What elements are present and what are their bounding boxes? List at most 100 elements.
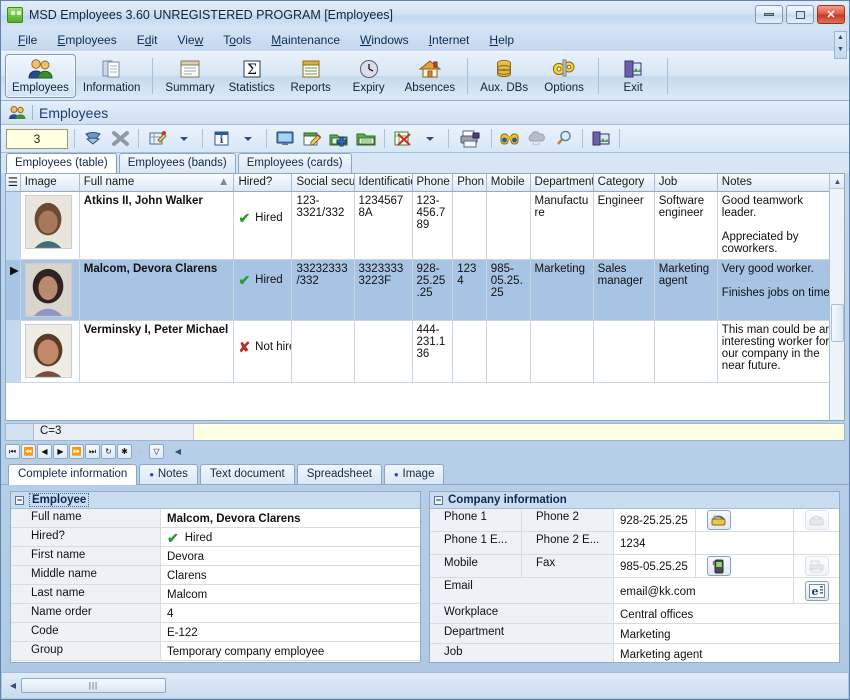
tab-spreadsheet[interactable]: Spreadsheet xyxy=(296,464,382,484)
toolbar-button-summary[interactable]: Summary xyxy=(158,54,221,98)
tab-employees-table[interactable]: Employees (table) xyxy=(6,153,117,174)
tab-employees-bands[interactable]: Employees (bands) xyxy=(118,153,236,173)
menu-item-tools[interactable]: Tools xyxy=(214,31,260,49)
scrollbar-thumb[interactable]: ||| xyxy=(21,678,166,693)
menu-item-file[interactable]: File xyxy=(9,31,46,49)
door-image-icon[interactable] xyxy=(589,128,613,150)
tab-text-document[interactable]: Text document xyxy=(199,464,295,484)
toolbar-button-options[interactable]: Options xyxy=(535,54,593,98)
edit-note-icon[interactable] xyxy=(300,128,324,150)
column-department[interactable]: Department xyxy=(530,174,594,192)
next-record-button[interactable]: ▶ xyxy=(53,444,68,459)
next-page-button[interactable]: ⏩ xyxy=(69,444,84,459)
field-row[interactable]: Hired? ✔ Hired xyxy=(11,528,420,547)
row-indicator[interactable]: ▶ xyxy=(6,259,21,321)
print-icon[interactable] xyxy=(455,128,485,150)
screen-icon[interactable] xyxy=(273,128,297,150)
refresh-button[interactable]: ↻ xyxy=(101,444,116,459)
toolbar-button-expiry[interactable]: Expiry xyxy=(340,54,398,98)
field-row[interactable]: Mobile Fax 985-05.25.25 xyxy=(430,555,839,578)
prior-record-button[interactable]: ◀ xyxy=(37,444,52,459)
column-mobile[interactable]: Mobile xyxy=(486,174,531,192)
toolbar-button-information[interactable]: Information xyxy=(76,54,148,98)
collapse-icon[interactable]: − xyxy=(434,495,443,505)
maximize-button[interactable] xyxy=(786,5,814,24)
column-image[interactable]: Image xyxy=(20,174,80,192)
delete-record-icon[interactable] xyxy=(391,128,415,150)
scroll-up-arrow[interactable]: ▲ xyxy=(830,174,844,189)
field-row[interactable]: Department Marketing xyxy=(430,624,839,644)
table-row[interactable]: Atkins II, John Walker ✔ Hired 123-3321/3… xyxy=(6,191,839,260)
menu-item-windows[interactable]: Windows xyxy=(351,31,418,49)
scrollbar-thumb[interactable] xyxy=(831,304,844,342)
navigator-scroll-left[interactable]: ◀ xyxy=(172,447,184,456)
menu-item-edit[interactable]: Edit xyxy=(128,31,167,49)
window-side-scrollbar[interactable]: ▲ ▼ xyxy=(834,31,847,59)
add-record-icon[interactable] xyxy=(327,128,351,150)
post-icon[interactable] xyxy=(81,128,105,150)
field-row[interactable]: Group Temporary company employee xyxy=(11,642,420,661)
menu-item-view[interactable]: View xyxy=(168,31,212,49)
horizontal-scrollbar[interactable]: ◀ ||| xyxy=(7,678,177,693)
field-row[interactable]: Job Marketing agent xyxy=(430,644,839,662)
dial-phone-icon[interactable] xyxy=(706,510,731,530)
open-folder-icon[interactable] xyxy=(354,128,378,150)
field-row[interactable]: Name order 4 xyxy=(11,604,420,623)
toolbar-button-statistics[interactable]: Σ Statistics xyxy=(222,54,282,98)
field-row[interactable]: Phone 1 Phone 2 928-25.25.25 xyxy=(430,509,839,532)
dropdown-arrow[interactable] xyxy=(418,128,442,150)
grid-menu-icon[interactable]: ☰ xyxy=(6,174,21,192)
column-category[interactable]: Category xyxy=(593,174,655,192)
asterisk-button[interactable]: ✱ xyxy=(117,444,132,459)
cancel-delete-icon[interactable] xyxy=(108,128,132,150)
scroll-left-arrow[interactable]: ◀ xyxy=(7,681,19,690)
info-icon[interactable]: i xyxy=(209,128,233,150)
toolbar-button-absences[interactable]: Absences xyxy=(398,54,463,98)
phone1-action[interactable] xyxy=(695,509,741,531)
mobile-action[interactable] xyxy=(695,555,741,577)
filter-expression-field[interactable] xyxy=(194,424,844,440)
toolbar-button-aux-dbs[interactable]: Aux. DBs xyxy=(473,54,535,98)
field-row[interactable]: Workplace Central offices xyxy=(430,604,839,624)
column-social-security[interactable]: Social secu xyxy=(291,174,355,192)
first-record-button[interactable]: ⏮ xyxy=(5,444,20,459)
cloud-icon[interactable] xyxy=(525,128,549,150)
tab-image[interactable]: • Image xyxy=(383,464,445,484)
field-row[interactable]: Phone 1 E... Phone 2 E... 1234 xyxy=(430,532,839,555)
column-identification[interactable]: Identificatio xyxy=(354,174,413,192)
minimize-button[interactable] xyxy=(755,5,783,24)
column-job[interactable]: Job xyxy=(654,174,718,192)
row-indicator[interactable] xyxy=(6,320,21,383)
edit-grid-icon[interactable] xyxy=(145,128,169,150)
row-indicator[interactable] xyxy=(6,191,21,260)
email-icon[interactable]: e xyxy=(804,580,829,601)
collapse-icon[interactable]: − xyxy=(15,495,24,505)
employees-grid[interactable]: ☰ Image Full name ▲ Hired? Social secu I… xyxy=(5,173,845,421)
field-row[interactable]: Last name Malcom xyxy=(11,585,420,604)
close-button[interactable]: ✕ xyxy=(817,5,845,24)
column-phone1[interactable]: Phone 1 xyxy=(412,174,454,192)
tab-employees-cards[interactable]: Employees (cards) xyxy=(237,153,352,173)
menu-item-help[interactable]: Help xyxy=(480,31,523,49)
field-row[interactable]: Email email@kk.com e xyxy=(430,578,839,604)
tab-complete-information[interactable]: Complete information xyxy=(8,464,138,485)
field-row[interactable]: Full name Malcom, Devora Clarens xyxy=(11,509,420,528)
magnifier-icon[interactable] xyxy=(552,128,576,150)
tab-notes[interactable]: • Notes xyxy=(139,464,198,484)
grid-vertical-scrollbar[interactable]: ▲ xyxy=(829,174,844,420)
toolbar-button-reports[interactable]: Reports xyxy=(282,54,340,98)
field-row[interactable]: Middle name Clarens xyxy=(11,566,420,585)
last-record-button[interactable]: ⏭ xyxy=(85,444,100,459)
field-row[interactable]: First name Devora xyxy=(11,547,420,566)
toolbar-button-exit[interactable]: Exit xyxy=(604,54,662,98)
table-row[interactable]: Verminsky I, Peter Michael ✘ Not hire 444… xyxy=(6,320,839,383)
column-full-name[interactable]: Full name ▲ xyxy=(79,174,235,192)
column-hired[interactable]: Hired? xyxy=(233,174,293,192)
mobile-phone-icon[interactable] xyxy=(706,556,731,576)
menu-item-maintenance[interactable]: Maintenance xyxy=(262,31,349,49)
binoculars-icon[interactable] xyxy=(498,128,522,150)
menu-item-employees[interactable]: Employees xyxy=(48,31,125,49)
column-phone2[interactable]: Phon xyxy=(452,174,487,192)
record-count-field[interactable]: 3 xyxy=(6,128,68,149)
dropdown-arrow[interactable] xyxy=(172,128,196,150)
